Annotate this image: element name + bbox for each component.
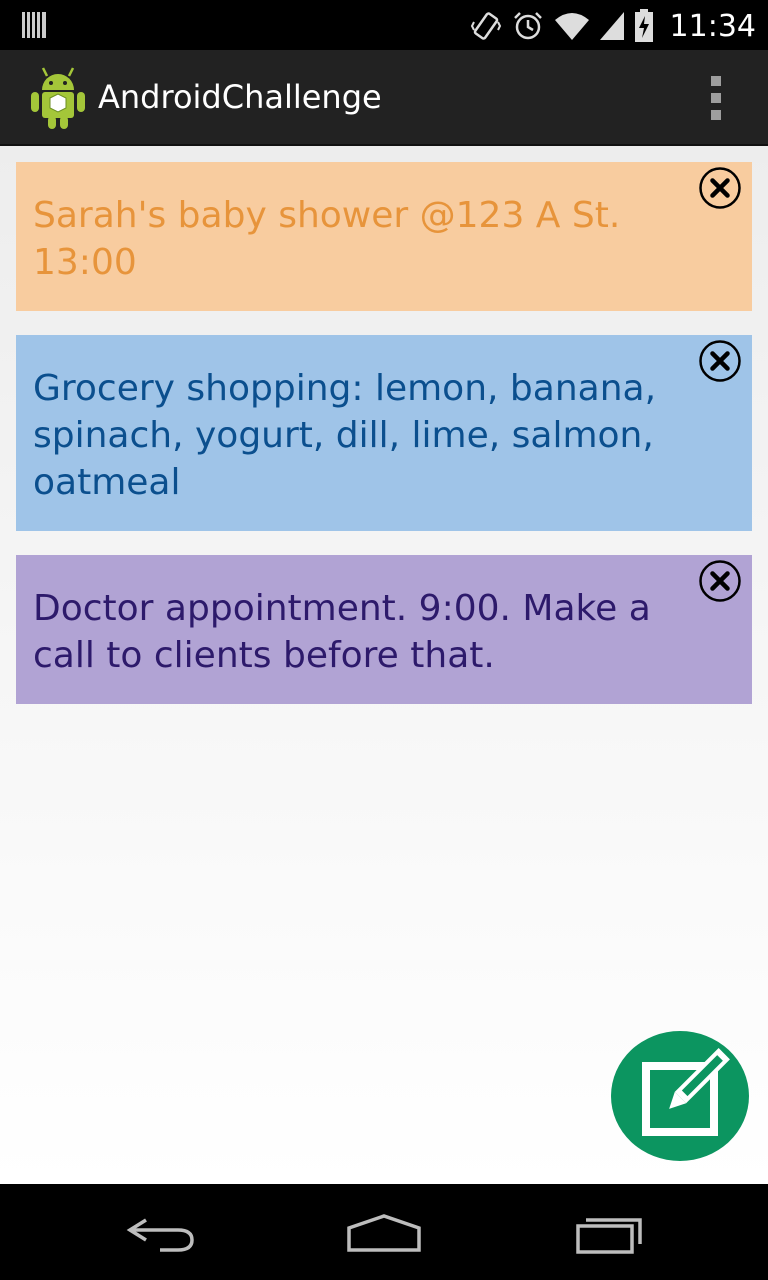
edit-note-icon[interactable]	[610, 1030, 750, 1162]
overflow-menu-icon[interactable]	[704, 76, 728, 120]
wifi-icon	[554, 13, 589, 40]
note-text: Sarah's baby shower @123 A St. 13:00	[33, 195, 621, 283]
status-bar: 11:34	[0, 0, 768, 50]
note-text: Doctor appointment. 9:00. Make a call to…	[33, 588, 651, 676]
signal-icon	[599, 12, 624, 40]
barcode-icon	[22, 12, 46, 38]
recent-apps-icon[interactable]	[566, 1208, 656, 1258]
alarm-icon	[513, 12, 542, 40]
close-icon[interactable]	[698, 166, 742, 210]
battery-charging-icon	[634, 9, 653, 42]
navigation-bar	[0, 1184, 768, 1280]
back-icon[interactable]	[116, 1208, 206, 1258]
action-bar: AndroidChallenge	[0, 50, 768, 146]
note-card[interactable]: Grocery shopping: lemon, banana, spinach…	[16, 335, 752, 531]
vibrate-icon	[470, 12, 501, 40]
note-text: Grocery shopping: lemon, banana, spinach…	[33, 368, 657, 503]
home-icon[interactable]	[339, 1208, 429, 1258]
note-card[interactable]: Doctor appointment. 9:00. Make a call to…	[16, 555, 752, 704]
note-card[interactable]: Sarah's baby shower @123 A St. 13:00	[16, 162, 752, 311]
notes-list: Sarah's baby shower @123 A St. 13:00 Gro…	[0, 146, 768, 1184]
close-icon[interactable]	[698, 339, 742, 383]
close-icon[interactable]	[698, 559, 742, 603]
app-title: AndroidChallenge	[98, 78, 382, 116]
android-robot-icon	[31, 67, 85, 129]
status-time: 11:34	[669, 8, 756, 44]
